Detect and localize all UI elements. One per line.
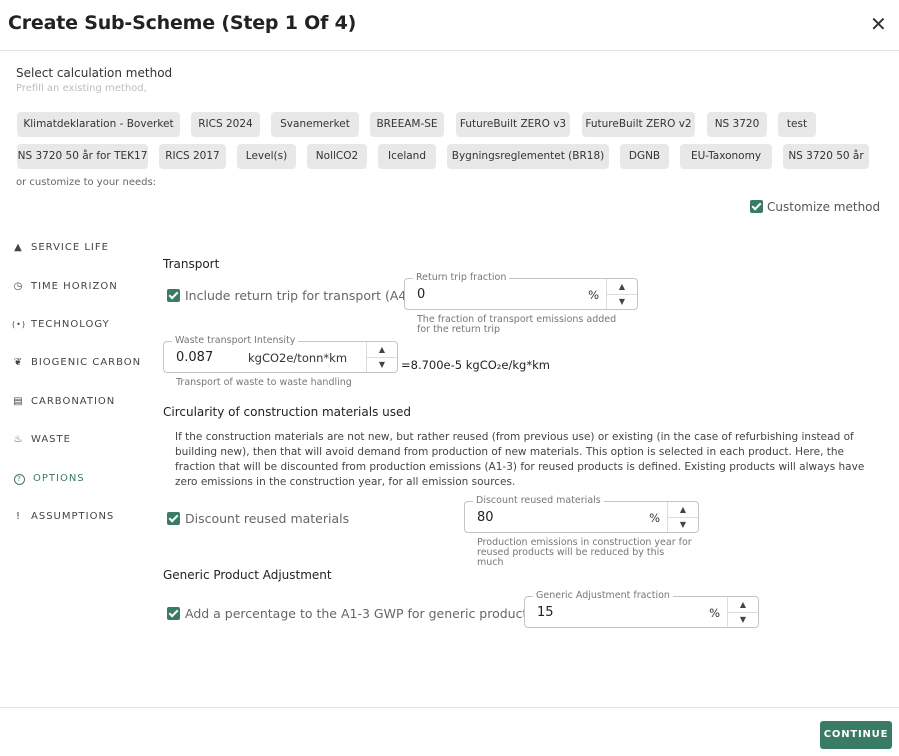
method-chip[interactable]: Svanemerket — [271, 112, 359, 137]
chevron-down-icon[interactable]: ▼ — [607, 294, 637, 309]
generic-adjustment-value[interactable]: 15 — [537, 605, 554, 620]
sidebar-item-label: OPTIONS — [33, 473, 85, 484]
flame-icon: ♨ — [13, 434, 24, 445]
sidebar-item-time-horizon[interactable]: ◷ TIME HORIZON — [12, 281, 118, 292]
select-method-heading: Select calculation method — [16, 66, 173, 80]
sidebar-item-biogenic-carbon[interactable]: ❦ BIOGENIC CARBON — [12, 357, 141, 368]
method-chip[interactable]: NS 3720 50 år — [783, 144, 869, 169]
method-chip[interactable]: EU-Taxonomy — [680, 144, 772, 169]
sidebar-item-label: ASSUMPTIONS — [31, 511, 115, 522]
leaf-icon: ❦ — [13, 357, 24, 368]
waste-intensity-unit: kgCO2e/tonn*km — [248, 351, 348, 365]
customize-method-label: Customize method — [767, 199, 881, 214]
signal-icon: (•) — [12, 320, 26, 329]
chevron-down-icon[interactable]: ▼ — [668, 517, 698, 532]
chevron-down-icon[interactable]: ▼ — [367, 357, 397, 372]
generic-adjustment-label: Add a percentage to the A1-3 GWP for gen… — [185, 606, 534, 621]
sidebar-item-waste[interactable]: ♨ WASTE — [12, 434, 71, 445]
return-trip-checkbox[interactable]: Include return trip for transport (A4) — [167, 287, 411, 303]
stepper[interactable]: ▲ ▼ — [727, 597, 758, 627]
discount-reused-helper: Production emissions in construction yea… — [477, 537, 692, 568]
return-trip-fraction-value[interactable]: 0 — [417, 287, 425, 302]
field-legend: Discount reused materials — [473, 495, 604, 506]
circularity-description: If the construction materials are not ne… — [175, 431, 865, 488]
help-circle-icon: ? — [14, 474, 25, 485]
person-icon: ▲ — [14, 242, 23, 253]
sidebar-item-label: WASTE — [31, 434, 71, 445]
sidebar-item-options[interactable]: ? OPTIONS — [12, 473, 85, 485]
method-chip[interactable]: NollCO2 — [307, 144, 367, 169]
method-chip[interactable]: NS 3720 50 år for TEK17 — [17, 144, 148, 169]
percent-unit: % — [709, 606, 720, 620]
stepper[interactable]: ▲ ▼ — [366, 342, 397, 372]
return-trip-label: Include return trip for transport (A4) — [185, 288, 412, 303]
return-trip-fraction-field[interactable]: Return trip fraction 0 % ▲ ▼ — [404, 272, 638, 310]
discount-reused-field[interactable]: Discount reused materials 80 % ▲ ▼ — [464, 495, 699, 533]
sidebar-item-service-life[interactable]: ▲ SERVICE LIFE — [12, 242, 109, 253]
method-chip[interactable]: Klimatdeklaration - Boverket — [17, 112, 180, 137]
sidebar-item-carbonation[interactable]: ▤ CARBONATION — [12, 396, 115, 407]
customize-method-checkbox[interactable]: Customize method — [750, 199, 880, 214]
chevron-up-icon[interactable]: ▲ — [728, 597, 758, 613]
method-chip[interactable]: RICS 2024 — [191, 112, 260, 137]
chevron-down-icon[interactable]: ▼ — [728, 612, 758, 627]
prefill-hint: Prefill an existing method, — [16, 83, 147, 94]
sidebar-item-label: CARBONATION — [31, 396, 116, 407]
circularity-heading: Circularity of construction materials us… — [163, 405, 411, 419]
checkbox-checked-icon[interactable] — [167, 289, 180, 302]
sidebar-item-label: TECHNOLOGY — [31, 319, 110, 330]
field-legend: Return trip fraction — [413, 272, 510, 283]
checkbox-checked-icon[interactable] — [167, 607, 180, 620]
method-chip[interactable]: DGNB — [620, 144, 669, 169]
percent-unit: % — [649, 511, 660, 525]
method-chip[interactable]: Bygningsreglementet (BR18) — [447, 144, 609, 169]
checkbox-checked-icon[interactable] — [750, 200, 763, 213]
waste-intensity-helper: Transport of waste to waste handling — [176, 377, 352, 388]
method-chip[interactable]: Iceland — [378, 144, 436, 169]
method-chip[interactable]: test — [778, 112, 816, 137]
generic-adjustment-field[interactable]: Generic Adjustment fraction 15 % ▲ ▼ — [524, 590, 759, 628]
method-chip[interactable]: FutureBuilt ZERO v3 — [456, 112, 570, 137]
field-legend: Generic Adjustment fraction — [533, 590, 673, 601]
stepper[interactable]: ▲ ▼ — [667, 502, 698, 532]
sidebar-item-label: SERVICE LIFE — [31, 242, 109, 253]
chevron-up-icon[interactable]: ▲ — [607, 279, 637, 295]
exclamation-icon: ! — [15, 511, 21, 522]
percent-unit: % — [588, 288, 599, 302]
return-trip-helper: The fraction of transport emissions adde… — [417, 314, 617, 335]
footer-divider — [0, 707, 899, 708]
generic-adjustment-heading: Generic Product Adjustment — [163, 568, 332, 582]
continue-button[interactable]: CONTINUE — [820, 721, 892, 749]
document-icon: ▤ — [13, 396, 24, 407]
dialog-title: Create Sub-Scheme (Step 1 Of 4) — [8, 12, 357, 34]
sidebar-item-assumptions[interactable]: ! ASSUMPTIONS — [12, 511, 114, 522]
method-chip[interactable]: NS 3720 — [707, 112, 767, 137]
generic-adjustment-checkbox[interactable]: Add a percentage to the A1-3 GWP for gen… — [167, 605, 534, 621]
checkbox-checked-icon[interactable] — [167, 512, 180, 525]
field-legend: Waste transport Intensity — [172, 335, 299, 346]
chevron-up-icon[interactable]: ▲ — [367, 342, 397, 358]
method-chip[interactable]: FutureBuilt ZERO v2 — [582, 112, 695, 137]
header-divider — [0, 50, 899, 51]
sidebar-item-label: TIME HORIZON — [31, 281, 118, 292]
waste-intensity-value[interactable]: 0.087 — [176, 350, 213, 365]
waste-transport-intensity-field[interactable]: Waste transport Intensity 0.087 kgCO2e/t… — [163, 335, 398, 373]
customize-hint: or customize to your needs: — [16, 177, 157, 188]
conversion-readout: =8.700e-5 kgCO₂e/kg*km — [401, 358, 550, 372]
discount-reused-label: Discount reused materials — [185, 511, 350, 526]
transport-heading: Transport — [163, 257, 220, 271]
method-chip[interactable]: BREEAM-SE — [370, 112, 444, 137]
close-icon[interactable]: ✕ — [870, 12, 887, 36]
method-chip[interactable]: Level(s) — [237, 144, 296, 169]
discount-reused-value[interactable]: 80 — [477, 510, 494, 525]
clock-icon: ◷ — [13, 281, 24, 292]
chevron-up-icon[interactable]: ▲ — [668, 502, 698, 518]
method-chip[interactable]: RICS 2017 — [159, 144, 226, 169]
discount-reused-checkbox[interactable]: Discount reused materials — [167, 510, 349, 526]
sidebar-item-label: BIOGENIC CARBON — [31, 357, 142, 368]
sidebar-item-technology[interactable]: (•) TECHNOLOGY — [12, 319, 110, 330]
stepper[interactable]: ▲ ▼ — [606, 279, 637, 309]
